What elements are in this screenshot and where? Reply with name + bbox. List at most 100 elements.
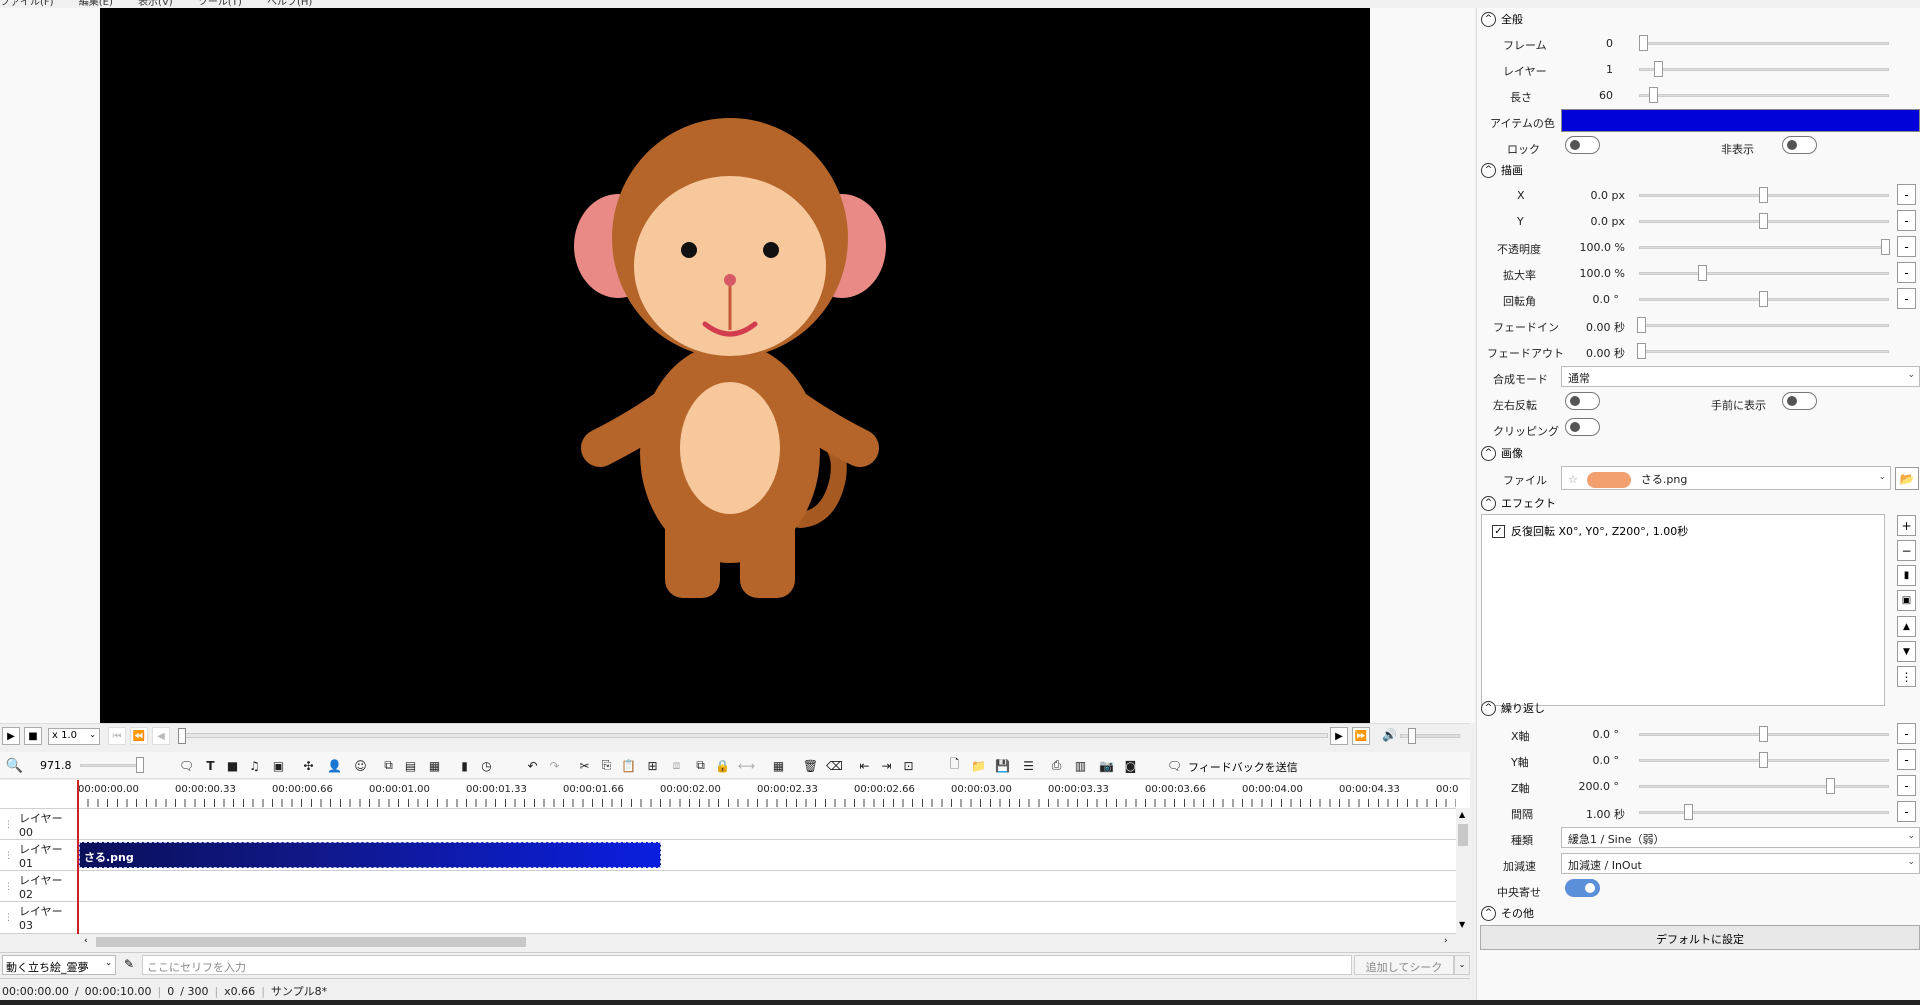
- add-transition-icon[interactable]: ⧉: [380, 757, 397, 774]
- align-icon[interactable]: ⟷: [738, 757, 755, 774]
- y-slider-thumb[interactable]: [1759, 213, 1768, 229]
- x-axis-slider-thumb[interactable]: [1759, 726, 1768, 742]
- x-axis-value[interactable]: 0.0 °: [1557, 728, 1620, 741]
- feedback-button[interactable]: フィードバックを送信: [1188, 759, 1298, 775]
- effect-up-button[interactable]: ▲: [1897, 616, 1916, 637]
- voice-icon[interactable]: ✎: [124, 957, 134, 971]
- scale-slider-thumb[interactable]: [1698, 265, 1707, 281]
- paste-special-icon[interactable]: ⊞: [644, 757, 661, 774]
- fadein-slider[interactable]: [1639, 324, 1889, 327]
- scroll-up-icon[interactable]: ▲: [1459, 810, 1465, 819]
- group-icon[interactable]: ⧉: [692, 757, 709, 774]
- drag-handle-icon[interactable]: ⋮: [4, 851, 13, 861]
- x-slider-thumb[interactable]: [1759, 187, 1768, 203]
- length-slider[interactable]: [1639, 94, 1889, 97]
- camera-icon[interactable]: 📷: [1098, 757, 1115, 774]
- collapse-icon[interactable]: ^: [1481, 11, 1496, 27]
- add-image-icon[interactable]: ▣: [270, 757, 287, 774]
- z-axis-slider[interactable]: [1639, 785, 1889, 788]
- add-video-icon[interactable]: ■: [224, 757, 241, 774]
- x-value[interactable]: 0.0 px: [1557, 189, 1625, 202]
- frame-value[interactable]: 0: [1557, 37, 1613, 50]
- new-file-icon[interactable]: 🗋: [946, 757, 963, 774]
- scroll-right-icon[interactable]: ›: [1444, 936, 1448, 946]
- y-value[interactable]: 0.0 px: [1557, 215, 1625, 228]
- add-face-icon[interactable]: ☺: [352, 757, 369, 774]
- clock-icon[interactable]: ◷: [478, 757, 495, 774]
- prev-frame-button[interactable]: ⏪: [130, 727, 148, 745]
- z-axis-slider-thumb[interactable]: [1826, 778, 1835, 794]
- set-default-button[interactable]: デフォルトに設定: [1480, 925, 1920, 950]
- section-other-header[interactable]: ^ その他: [1481, 905, 1534, 921]
- hscroll-thumb[interactable]: [96, 937, 526, 947]
- effect-save-button[interactable]: ▣: [1897, 590, 1916, 611]
- seek-bar[interactable]: [178, 733, 1328, 738]
- save-icon[interactable]: ▮: [456, 757, 473, 774]
- center-toggle[interactable]: [1565, 879, 1600, 897]
- x-reset-button[interactable]: -: [1897, 184, 1916, 205]
- add-serif-button[interactable]: 追加してシーク: [1354, 955, 1454, 975]
- time-ruler[interactable]: 00:00:00.00 00:00:00.33 00:00:00.66 00:0…: [0, 780, 1470, 808]
- layer-slider-thumb[interactable]: [1654, 61, 1663, 77]
- rotation-slider-thumb[interactable]: [1759, 291, 1768, 307]
- trim-end-icon[interactable]: ⇥: [878, 757, 895, 774]
- layer-header[interactable]: ⋮ レイヤー 03: [0, 902, 78, 933]
- add-serif-icon[interactable]: 🗨: [178, 757, 195, 774]
- cut-icon[interactable]: ✂: [576, 757, 593, 774]
- zoom-slider[interactable]: [80, 764, 144, 767]
- skip-start-button[interactable]: ⏮: [108, 727, 126, 745]
- opacity-slider[interactable]: [1639, 246, 1889, 249]
- volume-icon[interactable]: 🔊: [1382, 728, 1397, 742]
- copy-icon[interactable]: ⎘: [598, 757, 615, 774]
- next-frame-button[interactable]: ⏩: [1352, 727, 1370, 745]
- snapshot-icon[interactable]: ◙: [1122, 757, 1139, 774]
- rotation-reset-button[interactable]: -: [1897, 288, 1916, 309]
- open-folder-icon[interactable]: 📁: [970, 757, 987, 774]
- ease-select[interactable]: 加減速 / InOut ⌄: [1561, 853, 1920, 874]
- zoom-thumb[interactable]: [136, 757, 144, 773]
- menu-file[interactable]: ファイル(F): [0, 0, 54, 8]
- layer-value[interactable]: 1: [1557, 63, 1613, 76]
- blend-mode-select[interactable]: 通常 ⌄: [1561, 366, 1920, 387]
- file-select[interactable]: ☆ さる.png ⌄: [1561, 466, 1891, 490]
- z-axis-value[interactable]: 200.0 °: [1557, 780, 1620, 793]
- drag-handle-icon[interactable]: ⋮: [4, 913, 13, 923]
- fadein-value[interactable]: 0.00 秒: [1557, 319, 1625, 335]
- effect-more-button[interactable]: ⋮: [1897, 666, 1916, 687]
- add-shape-icon[interactable]: ✣: [300, 757, 317, 774]
- trim-start-icon[interactable]: ⇤: [856, 757, 873, 774]
- volume-thumb[interactable]: [1408, 728, 1416, 744]
- y-axis-slider-thumb[interactable]: [1759, 752, 1768, 768]
- x-axis-reset-button[interactable]: -: [1897, 723, 1916, 744]
- browse-folder-button[interactable]: 📂: [1895, 467, 1919, 490]
- export-video-icon[interactable]: ▥: [1072, 757, 1089, 774]
- playhead[interactable]: [77, 780, 79, 936]
- add-serif-dropdown[interactable]: ⌄: [1454, 955, 1470, 975]
- interval-slider[interactable]: [1639, 811, 1889, 814]
- drag-handle-icon[interactable]: ⋮: [4, 882, 13, 892]
- fadeout-slider-thumb[interactable]: [1637, 343, 1646, 359]
- clipping-toggle[interactable]: [1565, 418, 1600, 436]
- timeline-layer[interactable]: ⋮ レイヤー 00: [0, 808, 1456, 839]
- timeline-layer[interactable]: ⋮ レイヤー 02: [0, 870, 1456, 901]
- y-axis-reset-button[interactable]: -: [1897, 749, 1916, 770]
- layer-slider[interactable]: [1639, 68, 1889, 71]
- collapse-icon[interactable]: ^: [1481, 905, 1496, 921]
- hide-toggle[interactable]: [1782, 136, 1817, 154]
- opacity-reset-button[interactable]: -: [1897, 236, 1916, 257]
- play-button[interactable]: ▶: [2, 727, 20, 745]
- timeline-layer[interactable]: ⋮ レイヤー 03: [0, 901, 1456, 934]
- scale-reset-button[interactable]: -: [1897, 262, 1916, 283]
- table-icon[interactable]: ▦: [770, 757, 787, 774]
- seek-thumb[interactable]: [178, 728, 186, 744]
- front-toggle[interactable]: [1782, 392, 1817, 410]
- drag-handle-icon[interactable]: ⋮: [4, 820, 13, 830]
- paste-icon[interactable]: 📋: [620, 757, 637, 774]
- add-audio-icon[interactable]: ♫: [246, 757, 263, 774]
- timeline-clip[interactable]: さる.png: [79, 842, 661, 868]
- length-value[interactable]: 60: [1557, 89, 1613, 102]
- interval-slider-thumb[interactable]: [1684, 804, 1693, 820]
- effect-down-button[interactable]: ▼: [1897, 641, 1916, 662]
- opacity-slider-thumb[interactable]: [1881, 239, 1890, 255]
- section-draw-header[interactable]: ^ 描画: [1481, 162, 1523, 178]
